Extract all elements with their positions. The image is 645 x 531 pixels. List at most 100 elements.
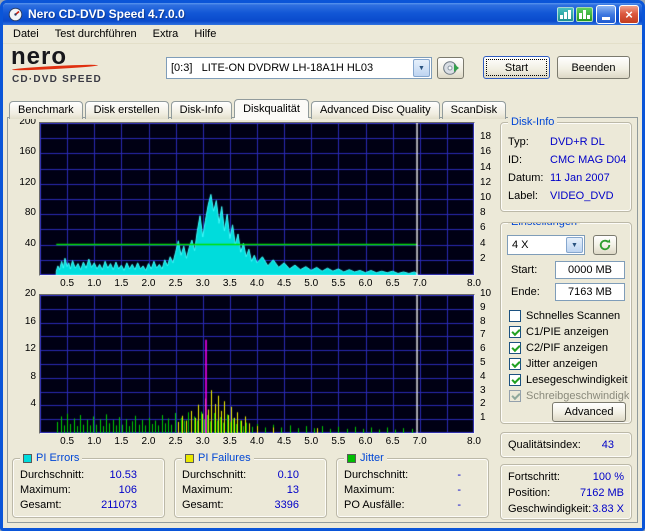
axis-tick-label: 3.5 — [222, 278, 237, 289]
axis-tick-label: 10 — [480, 288, 492, 299]
tab-benchmark[interactable]: Benchmark — [9, 101, 83, 119]
axis-tick-label: 2.0 — [141, 436, 156, 447]
axis-tick-label: 2.0 — [141, 278, 156, 289]
checkbox-c1-pie-anzeigen[interactable]: C1/PIE anzeigen — [509, 325, 629, 339]
jitter-legend-chip — [347, 453, 356, 463]
axis-tick-label: 6.0 — [358, 278, 373, 289]
disk-info-row: ID: CMC MAG D04 — [508, 154, 627, 166]
axis-tick-label: 8 — [30, 370, 36, 382]
titlebar-extra-chart-icon-1[interactable] — [557, 6, 574, 22]
checkbox-box — [509, 342, 521, 354]
quality-index-value: 43 — [601, 439, 614, 451]
pi-errors-chart: 40 80 120 160 200 2 4 6 8 10 12 14 16 18 0.5 1.0 1.5 2.… — [12, 116, 498, 290]
axis-tick-label: 3 — [480, 384, 486, 396]
axis-tick-label: 6.5 — [385, 278, 400, 289]
speed-select[interactable]: 4 X ▼ — [507, 235, 585, 255]
stat-row: PO Ausfälle: - — [344, 499, 461, 511]
axis-tick-label: 2.5 — [168, 436, 183, 447]
menu-test-durchfuehren[interactable]: Test durchführen — [47, 26, 145, 42]
axis-tick-label: 80 — [24, 207, 36, 219]
stat-row: Maximum: - — [344, 484, 461, 496]
nero-product-text: CD·DVD SPEED — [12, 74, 102, 85]
advanced-button[interactable]: Advanced — [552, 402, 626, 422]
chevron-down-icon[interactable]: ▼ — [413, 59, 430, 77]
axis-tick-label: 5 — [480, 357, 486, 368]
axis-tick-label: 160 — [19, 146, 36, 158]
axis-tick-label: 1.0 — [87, 278, 102, 289]
stat-row: Gesamt: 211073 — [20, 499, 137, 511]
axis-tick-label: 7.0 — [412, 278, 427, 289]
charts-area: 40 80 120 160 200 2 4 6 8 10 12 14 16 18 0.5 1.0 1.5 2.… — [12, 116, 498, 454]
titlebar[interactable]: Nero CD-DVD Speed 4.7.0.0 × — [3, 3, 642, 25]
axis-tick-label: 4.5 — [277, 436, 292, 447]
minimize-button[interactable] — [596, 4, 616, 24]
tab-diskqualitaet[interactable]: Diskqualität — [234, 99, 309, 118]
jitter-stats-title: Jitter — [360, 452, 384, 464]
axis-tick-label: 10 — [480, 192, 492, 203]
chevron-down-icon[interactable]: ▼ — [566, 237, 583, 253]
menu-datei[interactable]: Datei — [5, 26, 47, 42]
axis-tick-label: 0.5 — [60, 436, 75, 447]
start-button[interactable]: Start — [483, 56, 550, 79]
axis-tick-label: 20 — [24, 288, 36, 299]
checkbox-jitter-anzeigen[interactable]: Jitter anzeigen — [509, 357, 629, 371]
disk-info-row: Label: VIDEO_DVD — [508, 190, 614, 202]
axis-tick-label: 12 — [24, 343, 36, 355]
checkbox-box — [509, 390, 521, 402]
axis-tick-label: 5.0 — [304, 278, 319, 289]
axis-tick-label: 16 — [480, 146, 492, 158]
axis-tick-label: 1.5 — [114, 278, 129, 289]
stat-row: Durchschnitt: - — [344, 469, 461, 481]
diskqualitaet-page: 40 80 120 160 200 2 4 6 8 10 12 14 16 18 0.5 1.0 1.5 2.… — [7, 116, 638, 523]
checkbox-box — [509, 374, 521, 386]
axis-tick-label: 4 — [480, 370, 486, 382]
axis-tick-label: 4 — [30, 398, 36, 410]
axis-tick-label: 18 — [480, 131, 492, 143]
titlebar-extra-chart-icon-2[interactable] — [576, 6, 593, 22]
axis-tick-label: 4.0 — [250, 436, 264, 447]
progress-panel: Fortschritt: 100 % Position: 7162 MB Gesch… — [500, 464, 632, 520]
tab-advanced-disc-quality[interactable]: Advanced Disc Quality — [310, 101, 440, 119]
checkbox-c2-pif-anzeigen[interactable]: C2/PIF anzeigen — [509, 341, 629, 355]
axis-tick-label: 5.0 — [304, 436, 319, 447]
axis-tick-label: 9 — [480, 301, 486, 313]
disk-info-row: Typ: DVD+R DL — [508, 136, 605, 148]
axis-tick-label: 2 — [480, 398, 486, 410]
axis-tick-label: 6.0 — [358, 436, 373, 447]
header: nero CD·DVD SPEED [0:3] LITE-ON DVDRW LH… — [3, 44, 642, 97]
checkbox-schreibgeschwindigkeit[interactable]: Schreibgeschwindigkeit — [509, 389, 629, 403]
disk-info-row: Datum: 11 Jan 2007 — [508, 172, 610, 184]
checkbox-box — [509, 358, 521, 370]
pi-errors-plot — [40, 123, 474, 275]
menu-hilfe[interactable]: Hilfe — [186, 26, 224, 42]
quit-button[interactable]: Beenden — [557, 56, 630, 79]
refresh-button[interactable] — [593, 235, 617, 255]
start-position-field[interactable]: 0000 MB — [555, 261, 625, 279]
pi-failures-plot — [40, 295, 474, 433]
axis-tick-label: 7 — [480, 329, 486, 341]
axis-tick-label: 6.5 — [385, 436, 400, 447]
disk-info-group: Disk-Info Typ: DVD+R DL ID: CMC MAG D04 Da… — [500, 116, 632, 212]
eject-button[interactable] — [437, 57, 464, 79]
close-button[interactable]: × — [619, 4, 639, 24]
axis-tick-label: 4 — [480, 237, 486, 249]
pi-failures-chart: 4 8 12 16 20 1 2 3 4 5 6 7 8 9 10 0.5 1.0 1.5 2.0 2.5 3.0 3… — [12, 288, 498, 448]
end-position-label: Ende: — [511, 286, 540, 298]
tab-disk-erstellen[interactable]: Disk erstellen — [84, 101, 169, 119]
checkbox-lesegeschwindigkeit[interactable]: Lesegeschwindigkeit an — [509, 373, 629, 387]
axis-tick-label: 8 — [480, 207, 486, 219]
position-row: Position: 7162 MB — [508, 487, 624, 499]
pi-errors-legend-chip — [23, 453, 32, 463]
tab-disk-info[interactable]: Disk-Info — [170, 101, 233, 119]
checkbox-schnelles-scannen[interactable]: Schnelles Scannen — [509, 309, 629, 323]
menu-extra[interactable]: Extra — [145, 26, 187, 42]
quality-index-group: Qualitätsindex: 43 — [500, 432, 632, 458]
end-position-field[interactable]: 7163 MB — [555, 283, 625, 301]
axis-tick-label: 8 — [480, 315, 486, 327]
drive-select[interactable]: [0:3] LITE-ON DVDRW LH-18A1H HL03 ▼ — [166, 57, 432, 79]
pi-failures-stats-title: PI Failures — [198, 452, 251, 464]
menubar: Datei Test durchführen Extra Hilfe — [3, 25, 642, 44]
stat-row: Durchschnitt: 0.10 — [182, 469, 299, 481]
nero-logo: nero CD·DVD SPEED — [11, 45, 156, 95]
tab-scandisk[interactable]: ScanDisk — [441, 101, 507, 119]
